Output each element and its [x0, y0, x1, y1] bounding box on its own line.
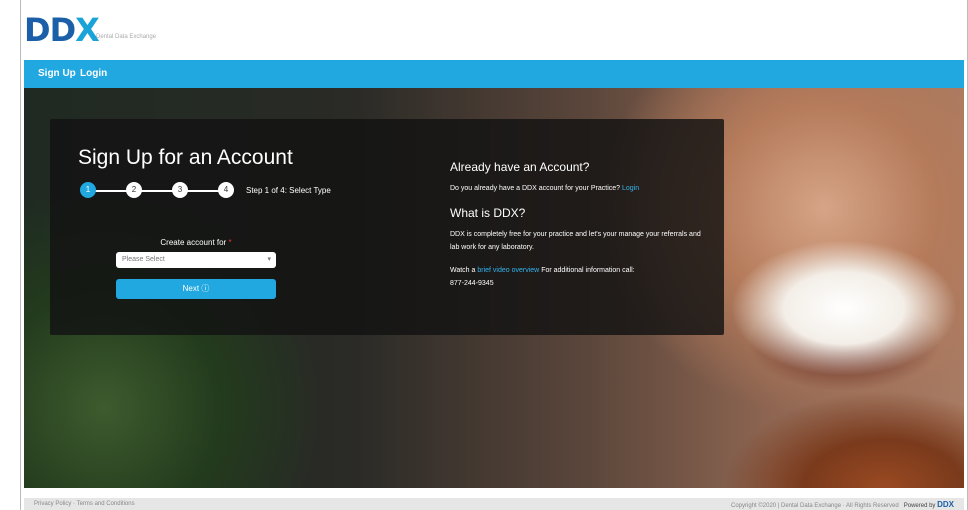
step-line: [88, 190, 230, 192]
watch-suffix: For additional information call:: [541, 267, 635, 274]
logo-text: DD: [24, 11, 76, 49]
header: DDX Dental Data Exchange: [24, 10, 324, 50]
select-value: Please Select: [122, 256, 165, 263]
account-type-select[interactable]: Please Select ▾: [116, 252, 276, 268]
create-account-label: Create account for *: [116, 238, 276, 247]
step-label: Step 1 of 4: Select Type: [246, 186, 331, 195]
footer-links[interactable]: Privacy Policy · Terms and Conditions: [34, 501, 135, 507]
login-link[interactable]: Login: [622, 185, 639, 192]
logo-x: X: [75, 11, 100, 49]
step-4: 4: [218, 182, 234, 198]
already-text: Do you already have a DDX account for yo…: [450, 185, 621, 192]
video-overview-link[interactable]: brief video overview: [477, 267, 539, 274]
nav-login-link[interactable]: Login: [80, 68, 107, 79]
footer-right: Copyright ©2020 | Dental Data Exchange ·…: [731, 500, 954, 509]
copyright-text: Copyright ©2020 | Dental Data Exchange ·…: [731, 503, 899, 509]
signup-title: Sign Up for an Account: [78, 146, 293, 169]
logo-tagline: Dental Data Exchange: [96, 34, 157, 40]
create-account-label-text: Create account for: [160, 238, 227, 247]
step-2: 2: [126, 182, 142, 198]
next-button[interactable]: Next ⓘ: [116, 279, 276, 299]
what-is-ddx-text: DDX is completely free for your practice…: [450, 231, 701, 251]
ddx-logo[interactable]: DDX: [24, 10, 100, 50]
watch-prefix: Watch a: [450, 267, 476, 274]
chevron-down-icon: ▾: [267, 256, 271, 263]
footer: Privacy Policy · Terms and Conditions Co…: [24, 498, 964, 510]
step-1: 1: [80, 182, 96, 198]
what-is-ddx-heading: What is DDX?: [450, 206, 526, 220]
powered-by-text: Powered by: [903, 503, 936, 509]
required-mark: *: [228, 238, 232, 247]
step-3: 3: [172, 182, 188, 198]
step-progress: 1 2 3 4: [80, 182, 240, 200]
nav-signup-link[interactable]: Sign Up: [38, 68, 76, 79]
top-navbar: Sign Up Login: [24, 60, 964, 88]
already-have-account-heading: Already have an Account?: [450, 160, 590, 174]
already-have-account-text: Do you already have a DDX account for yo…: [450, 182, 710, 195]
powered-by-logo: DDX: [937, 500, 954, 509]
video-info-text: Watch a brief video overview For additio…: [450, 264, 710, 290]
phone-number: 877-244-9345: [450, 280, 494, 287]
